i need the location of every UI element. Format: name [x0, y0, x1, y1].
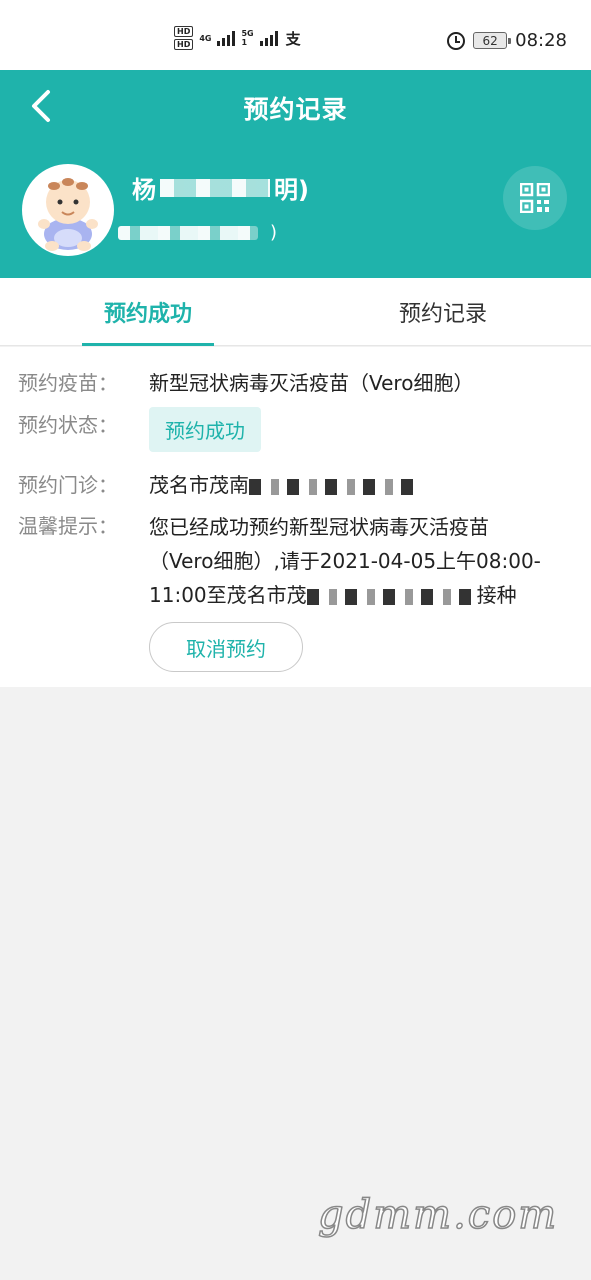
tip-text: 您已经成功预约新型冠状病毒灭活疫苗 （Vero细胞）,请于2021-04-05上…: [149, 515, 541, 607]
vaccine-value: 新型冠状病毒灭活疫苗（Vero细胞）: [149, 371, 474, 395]
avatar: [22, 164, 114, 256]
vaccine-label: 预约疫苗：: [18, 371, 118, 395]
redacted-name: [160, 178, 270, 197]
clinic-value: 茂名市茂南: [149, 469, 419, 498]
watermark: gdmm.com: [317, 1191, 559, 1239]
clinic-label: 预约门诊：: [18, 473, 118, 497]
battery-icon: 62: [473, 32, 512, 49]
tab-booking-records[interactable]: 预约记录: [376, 278, 510, 346]
notification-icon: 支: [285, 29, 301, 48]
user-name: 杨 明): [132, 176, 309, 204]
network-4g: 4G: [199, 33, 212, 43]
cancel-booking-button[interactable]: 取消预约: [149, 622, 303, 672]
signal-bars-icon-2: [259, 30, 278, 46]
status-bar: HD HD 4G 5G 1 支 62 08:28: [0, 0, 591, 70]
alarm-icon: [447, 31, 466, 50]
hd-indicators: HD HD: [174, 26, 194, 50]
redacted-clinic: [249, 478, 419, 495]
qr-code-button[interactable]: [503, 166, 567, 230]
status-right: 62 08:28: [447, 30, 567, 51]
hd-badge-1: HD: [174, 26, 194, 37]
page-header: 预约记录 杨 明) ): [0, 70, 591, 278]
qr-code-icon: [520, 183, 550, 213]
clock-time: 08:28: [515, 30, 567, 51]
user-id: ): [118, 222, 277, 243]
tab-booking-success[interactable]: 预约成功: [82, 278, 214, 346]
redacted-id: [118, 225, 258, 240]
signal-indicators: HD HD 4G 5G 1 支: [174, 26, 301, 50]
booking-detail-card: 预约疫苗： 新型冠状病毒灭活疫苗（Vero细胞） 预约状态： 预约成功 预约门诊…: [0, 347, 591, 687]
hd-badge-2: HD: [174, 39, 194, 50]
status-label: 预约状态：: [18, 413, 118, 437]
network-5g: 5G 1: [241, 29, 254, 47]
status-badge: 预约成功: [149, 407, 261, 452]
page-title: 预约记录: [243, 95, 348, 124]
signal-bars-icon: [217, 30, 236, 46]
tip-label: 温馨提示：: [18, 514, 118, 538]
baby-avatar-icon: [38, 178, 98, 251]
tab-bar: 预约成功 预约记录: [0, 278, 591, 346]
redacted-address: [306, 588, 477, 605]
